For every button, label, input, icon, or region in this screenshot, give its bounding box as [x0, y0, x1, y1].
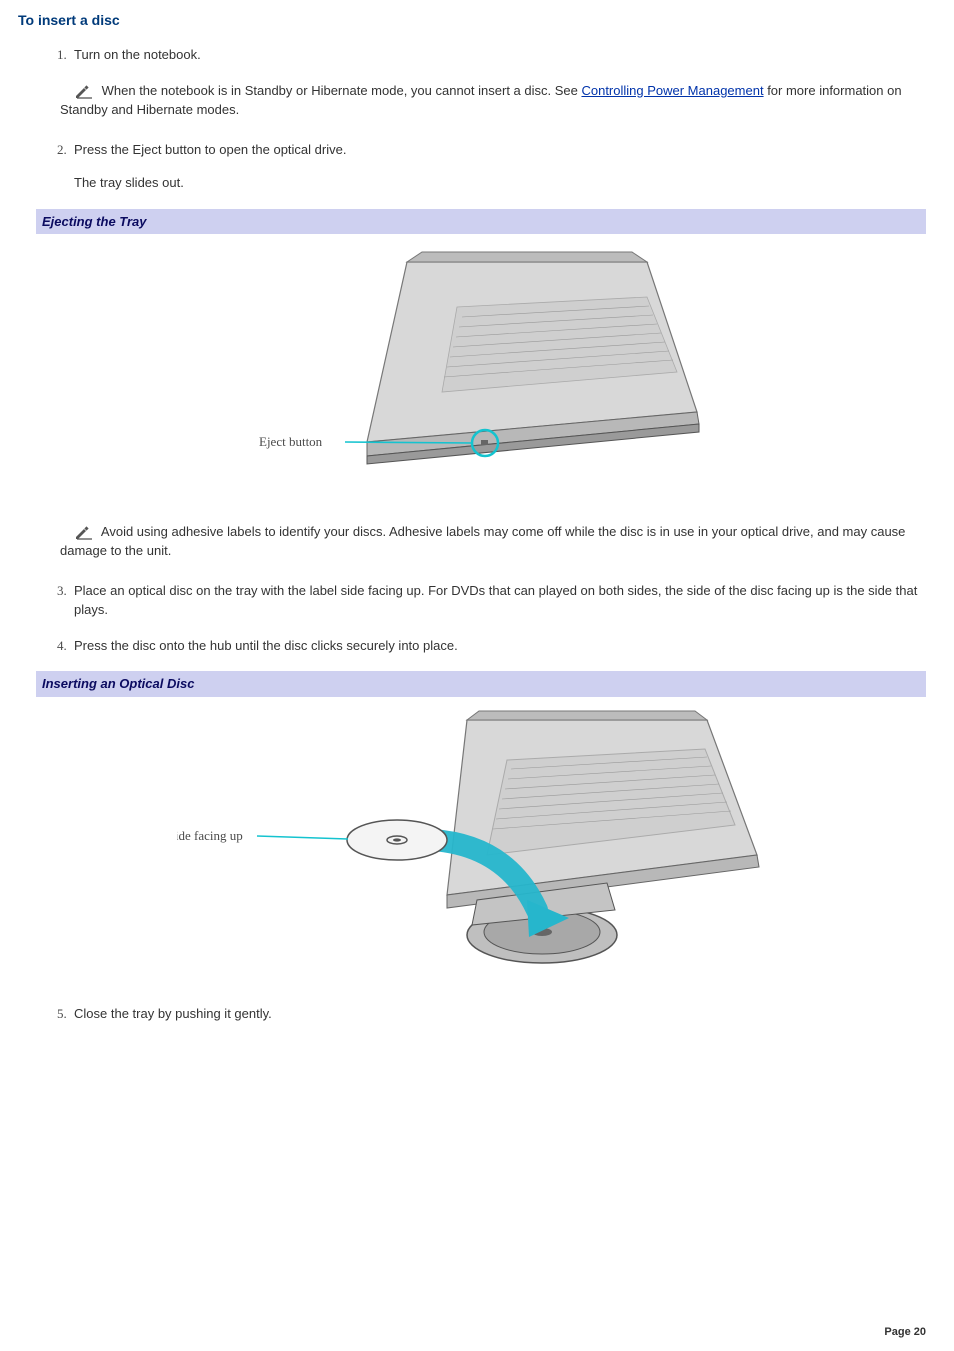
- pencil-note-icon: [74, 524, 96, 540]
- controlling-power-management-link[interactable]: Controlling Power Management: [581, 83, 763, 98]
- step-3: Place an optical disc on the tray with t…: [70, 581, 936, 620]
- note-adhesive-text: Avoid using adhesive labels to identify …: [60, 524, 905, 559]
- step-5: Close the tray by pushing it gently.: [70, 1004, 936, 1024]
- figure-insert-disc: Label side facing up: [18, 705, 936, 981]
- step-2: Press the Eject button to open the optic…: [70, 140, 936, 193]
- banner-inserting-disc: Inserting an Optical Disc: [18, 671, 936, 697]
- note-adhesive: Avoid using adhesive labels to identify …: [60, 522, 926, 561]
- figure-eject-button: Eject button: [18, 242, 936, 498]
- note-standby: When the notebook is in Standby or Hiber…: [60, 81, 926, 120]
- page-number: Page 20: [18, 1324, 936, 1341]
- note-text-a: When the notebook is in Standby or Hiber…: [102, 83, 582, 98]
- step-5-text: Close the tray by pushing it gently.: [74, 1004, 936, 1024]
- step-1: Turn on the notebook.: [70, 45, 936, 65]
- step-2-sub: The tray slides out.: [74, 173, 936, 193]
- step-2-text: Press the Eject button to open the optic…: [74, 140, 936, 160]
- step-4-text: Press the disc onto the hub until the di…: [74, 636, 936, 656]
- step-1-text: Turn on the notebook.: [74, 45, 936, 65]
- step-3-text: Place an optical disc on the tray with t…: [74, 581, 936, 620]
- figure1-label: Eject button: [259, 434, 323, 449]
- pencil-note-icon: [74, 83, 96, 99]
- banner-ejecting-tray: Ejecting the Tray: [18, 209, 936, 235]
- page-title: To insert a disc: [18, 10, 936, 31]
- figure2-label: Label side facing up: [177, 828, 243, 843]
- step-4: Press the disc onto the hub until the di…: [70, 636, 936, 656]
